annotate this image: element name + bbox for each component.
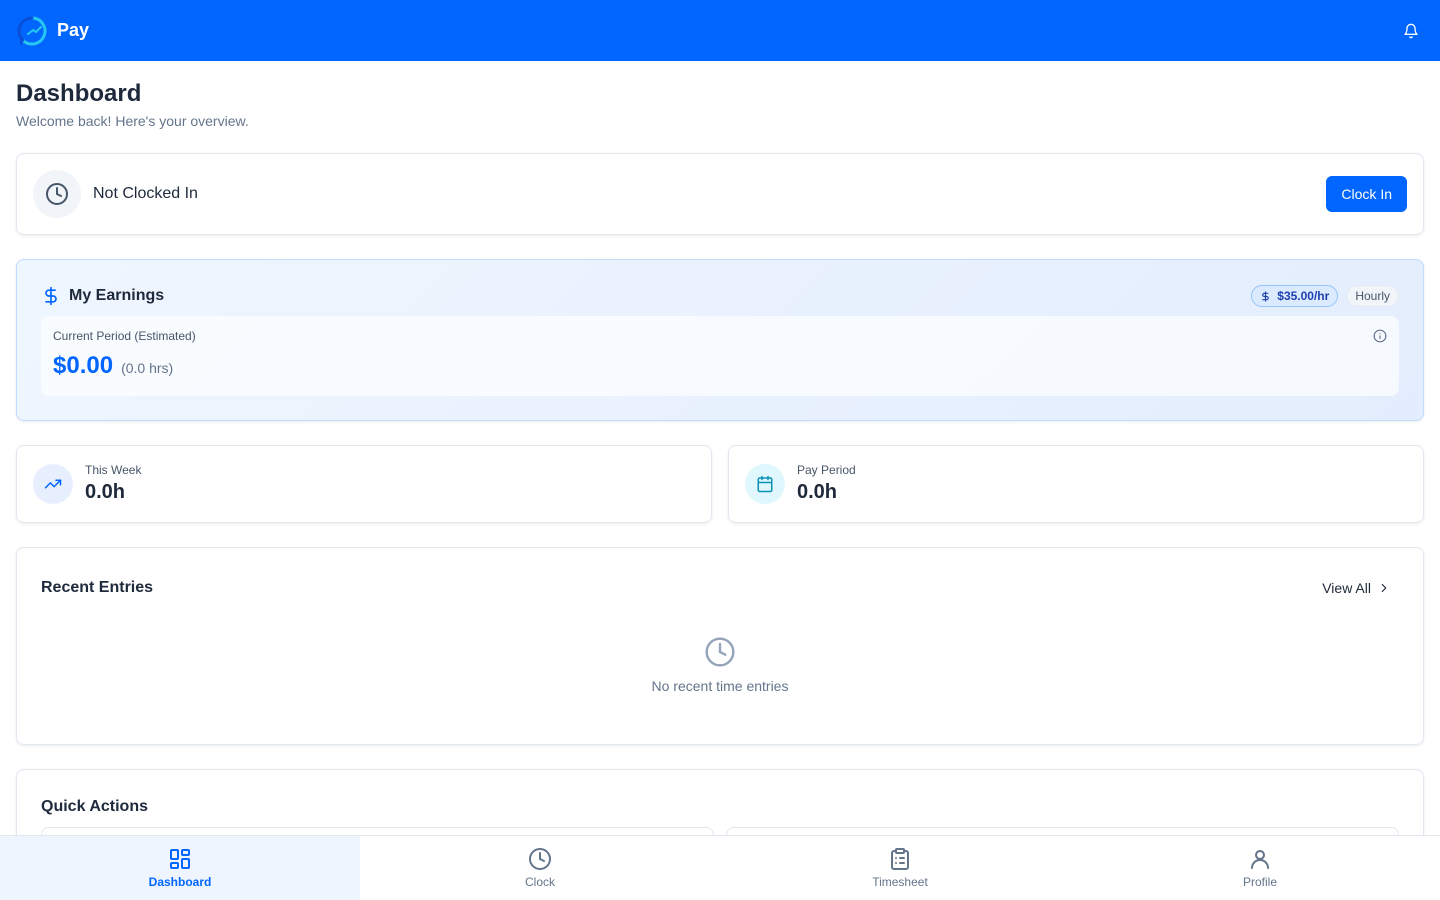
dashboard-icon [170,849,190,869]
nav-item-profile[interactable]: Profile [1080,836,1440,900]
dollar-icon [45,286,57,306]
dollar-small-icon [1262,290,1270,302]
pay-period-value: 0.0h [797,481,838,503]
clock-icon [46,183,68,205]
nav-item-clock[interactable]: Clock [360,836,720,900]
clock-in-button[interactable]: Clock In [1326,176,1407,212]
nav-label-profile: Profile [1242,875,1277,889]
info-icon[interactable] [1373,329,1387,343]
quick-actions-title: Quick Actions [41,798,148,815]
view-all-label: View All [1322,580,1371,596]
this-week-card[interactable]: This Week 0.0h [16,445,712,523]
current-period-panel: Current Period (Estimated) $0.00 (0.0 hr… [41,316,1399,396]
notifications-button[interactable] [1400,20,1422,42]
calendar-icon [757,475,773,493]
page-title: Dashboard [16,80,142,107]
pay-period-label: Pay Period [797,463,856,477]
app-logo-icon [17,16,47,45]
clock-status-text: Not Clocked In [93,185,198,202]
pay-type-badge: Hourly [1346,285,1399,307]
clipboard-icon [891,848,909,870]
this-week-icon-wrap [33,464,73,504]
nav-item-timesheet[interactable]: Timesheet [720,836,1080,900]
empty-clock-icon [705,637,735,667]
trending-up-icon [44,479,62,489]
empty-state-text: No recent time entries [651,678,789,694]
clock-icon [529,848,551,870]
clock-status-card: Not Clocked In Clock In [16,153,1424,235]
user-icon [1251,850,1269,869]
earnings-card: My Earnings $35.00/hr Hourly Current Per… [16,259,1424,421]
app-name: Pay [57,20,90,40]
nav-label-dashboard: Dashboard [148,875,212,889]
nav-item-dashboard[interactable]: Dashboard [0,836,360,900]
view-all-button[interactable]: View All [1314,576,1399,600]
bell-icon [1404,23,1418,38]
current-period-label: Current Period (Estimated) [53,329,196,343]
main-content: Dashboard Welcome back! Here's your over… [16,61,1424,889]
earnings-amount: $0.00 [53,352,114,379]
hourly-rate-value: $35.00/hr [1277,289,1330,303]
recent-entries-card: Recent Entries View All No recent time e… [16,547,1424,745]
hourly-rate-badge: $35.00/hr [1251,285,1339,307]
empty-state: No recent time entries [17,636,1423,694]
nav-label-clock: Clock [524,875,555,889]
nav-label-timesheet: Timesheet [872,875,928,889]
brand[interactable]: Pay [16,15,89,47]
top-app-bar: Pay [0,0,1440,61]
bottom-navigation: Dashboard Clock Timesheet Profile [0,835,1440,900]
page-subtitle: Welcome back! Here's your overview. [16,113,249,129]
earnings-hours: (0.0 hrs) [121,360,174,376]
pay-period-icon-wrap [745,464,785,504]
earnings-title: My Earnings [69,287,165,304]
chevron-right-icon [1381,583,1387,593]
clock-status-icon-wrap [33,170,81,218]
recent-entries-title: Recent Entries [41,579,154,596]
this-week-label: This Week [85,463,142,477]
this-week-value: 0.0h [85,481,126,503]
pay-period-card[interactable]: Pay Period 0.0h [728,445,1424,523]
